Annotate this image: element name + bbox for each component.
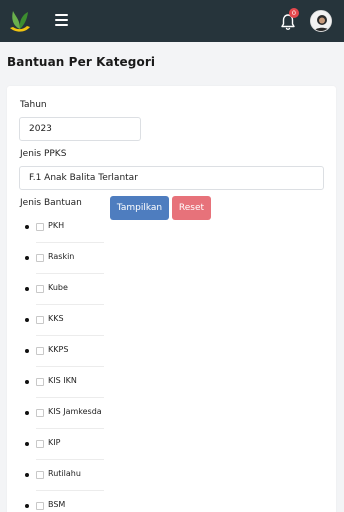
jenis-ppks-select[interactable]: F.1 Anak Balita Terlantar bbox=[19, 166, 324, 190]
jenis-bantuan-label: Jenis Bantuan bbox=[20, 198, 82, 208]
checkbox[interactable] bbox=[36, 440, 44, 448]
top-navbar: 0 bbox=[0, 0, 344, 42]
checkbox[interactable] bbox=[36, 347, 44, 355]
hamburger-menu-icon[interactable] bbox=[55, 14, 68, 26]
bantuan-label: KKS bbox=[48, 314, 64, 323]
list-item[interactable]: KKS bbox=[0, 305, 110, 336]
tampilkan-button[interactable]: Tampilkan bbox=[110, 196, 169, 220]
notification-count-badge: 0 bbox=[289, 8, 299, 18]
bullet-icon bbox=[25, 473, 29, 477]
bullet-icon bbox=[25, 349, 29, 353]
list-item[interactable]: PKH bbox=[0, 212, 110, 243]
bullet-icon bbox=[25, 504, 29, 508]
bullet-icon bbox=[25, 256, 29, 260]
bantuan-label: KIP bbox=[48, 438, 61, 447]
list-item[interactable]: Rutilahu bbox=[0, 460, 110, 491]
bantuan-label: Raskin bbox=[48, 252, 75, 261]
list-item[interactable]: KIP bbox=[0, 429, 110, 460]
leaf-hand-logo-icon[interactable] bbox=[8, 8, 32, 34]
checkbox[interactable] bbox=[36, 378, 44, 386]
checkbox[interactable] bbox=[36, 316, 44, 324]
user-avatar-icon[interactable] bbox=[310, 10, 332, 32]
checkbox[interactable] bbox=[36, 254, 44, 262]
tahun-input[interactable]: 2023 bbox=[19, 117, 141, 141]
bantuan-label: Rutilahu bbox=[48, 469, 81, 478]
bantuan-label: BSM bbox=[48, 500, 66, 509]
bullet-icon bbox=[25, 380, 29, 384]
bantuan-label: KIS IKN bbox=[48, 376, 77, 385]
bantuan-label: Kube bbox=[48, 283, 68, 292]
bantuan-label: KIS Jamkesda bbox=[48, 407, 102, 416]
bullet-icon bbox=[25, 442, 29, 446]
checkbox[interactable] bbox=[36, 471, 44, 479]
bantuan-label: KKPS bbox=[48, 345, 69, 354]
list-item[interactable]: BSM bbox=[0, 491, 110, 512]
checkbox[interactable] bbox=[36, 502, 44, 510]
bullet-icon bbox=[25, 225, 29, 229]
checkbox[interactable] bbox=[36, 285, 44, 293]
bullet-icon bbox=[25, 411, 29, 415]
bantuan-label: PKH bbox=[48, 221, 65, 230]
list-item[interactable]: KKPS bbox=[0, 336, 110, 367]
checkbox[interactable] bbox=[36, 409, 44, 417]
page-title: Bantuan Per Kategori bbox=[7, 55, 156, 69]
list-item[interactable]: KIS IKN bbox=[0, 367, 110, 398]
jenis-ppks-label: Jenis PPKS bbox=[20, 149, 67, 159]
tahun-label: Tahun bbox=[20, 100, 47, 110]
bullet-icon bbox=[25, 318, 29, 322]
list-item[interactable]: KIS Jamkesda bbox=[0, 398, 110, 429]
reset-button[interactable]: Reset bbox=[172, 196, 211, 220]
checkbox[interactable] bbox=[36, 223, 44, 231]
list-item[interactable]: Kube bbox=[0, 274, 110, 305]
list-item[interactable]: Raskin bbox=[0, 243, 110, 274]
bullet-icon bbox=[25, 287, 29, 291]
